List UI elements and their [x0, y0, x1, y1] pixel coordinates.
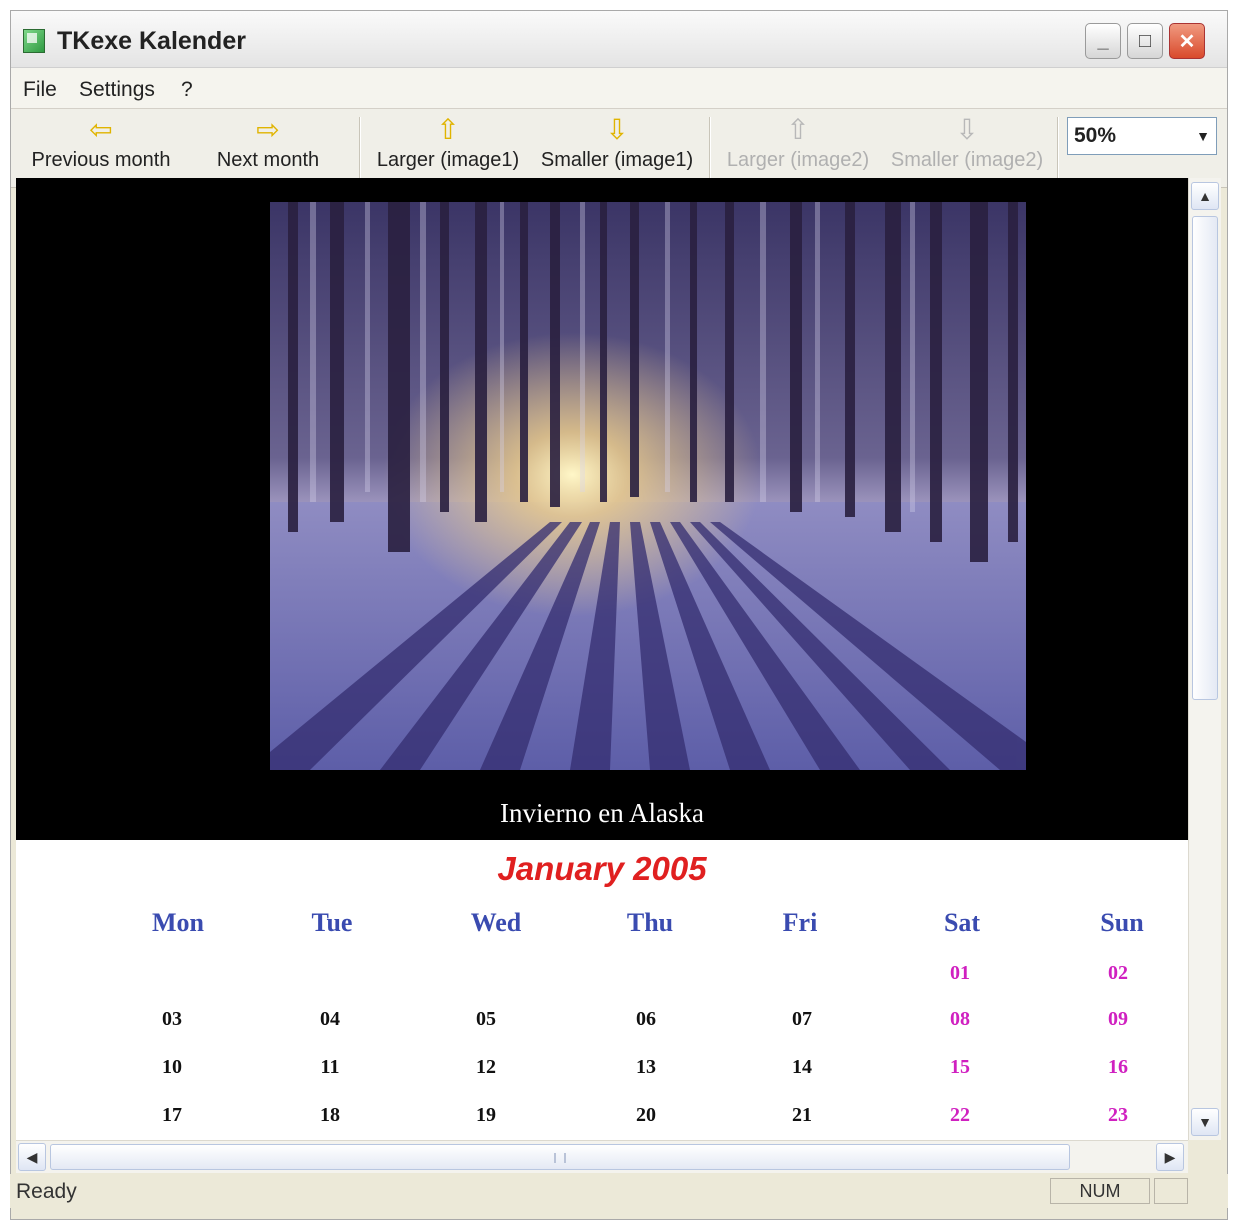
date-cell[interactable]: 13	[586, 1056, 706, 1079]
menu-help[interactable]: ?	[181, 78, 193, 102]
date-cell[interactable]: 22	[900, 1104, 1020, 1127]
date-cell[interactable]: 16	[1058, 1056, 1178, 1079]
scroll-down-button[interactable]: ▼	[1191, 1108, 1219, 1136]
title-bar[interactable]: TKexe Kalender _ □ ✕	[11, 11, 1227, 68]
day-header-mon: Mon	[152, 908, 204, 937]
date-cell[interactable]: 14	[742, 1056, 862, 1079]
arrow-left-icon: ⇦	[89, 114, 113, 145]
close-button[interactable]: ✕	[1169, 23, 1205, 59]
smaller-image2-button[interactable]: ⇩ Smaller (image2)	[887, 115, 1047, 181]
day-header-fri: Fri	[782, 908, 818, 937]
grip-icon	[554, 1153, 566, 1163]
menu-bar: File Settings ?	[11, 68, 1227, 109]
num-lock-indicator: NUM	[1050, 1178, 1150, 1204]
day-header-tue: Tue	[311, 908, 353, 937]
arrow-down-icon: ⇩	[955, 114, 979, 145]
day-header-sat: Sat	[943, 908, 981, 937]
larger-image1-button[interactable]: ⇧ Larger (image1)	[371, 115, 525, 181]
arrow-up-icon: ⇧	[436, 114, 460, 145]
date-cell[interactable]: 11	[270, 1056, 390, 1079]
horizontal-scrollbar[interactable]: ◀ ▶	[16, 1140, 1188, 1173]
date-cell[interactable]: 02	[1058, 962, 1178, 985]
winter-forest-photo	[270, 202, 1026, 770]
date-cell[interactable]: 20	[586, 1104, 706, 1127]
date-cell[interactable]: 04	[270, 1008, 390, 1031]
status-bar: Ready NUM	[10, 1174, 1228, 1208]
zoom-select[interactable]: 50% ▼	[1067, 117, 1217, 155]
arrow-right-icon: ⇨	[256, 114, 280, 145]
smaller-image1-button[interactable]: ⇩ Smaller (image1)	[537, 115, 697, 181]
smaller-image2-label: Smaller (image2)	[890, 149, 1044, 171]
minimize-icon: _	[1097, 29, 1109, 52]
menu-file[interactable]: File	[23, 78, 57, 102]
smaller-image1-label: Smaller (image1)	[540, 149, 694, 171]
date-cell[interactable]: 09	[1058, 1008, 1178, 1031]
maximize-icon: □	[1138, 29, 1152, 52]
day-header-wed: Wed	[470, 908, 522, 937]
arrow-down-icon: ⇩	[605, 114, 629, 145]
larger-image1-label: Larger (image1)	[376, 149, 520, 171]
date-cell[interactable]: 21	[742, 1104, 862, 1127]
calendar-view: Invierno en Alaska January 2005 Mon Tue …	[16, 178, 1188, 1140]
status-panel-empty	[1154, 1178, 1188, 1204]
chevron-right-icon: ▶	[1164, 1148, 1176, 1165]
vertical-scroll-thumb[interactable]	[1192, 216, 1218, 700]
horizontal-scroll-thumb[interactable]	[50, 1144, 1070, 1170]
scroll-left-button[interactable]: ◀	[18, 1143, 46, 1171]
date-cell[interactable]: 06	[586, 1008, 706, 1031]
photo-panel: Invierno en Alaska	[16, 178, 1188, 840]
date-cell[interactable]: 12	[426, 1056, 546, 1079]
previous-month-label: Previous month	[31, 149, 171, 171]
toolbar: ⇦ Previous month ⇨ Next month ⇧ Larger (…	[11, 109, 1227, 188]
chevron-down-icon[interactable]: ▼	[1192, 120, 1214, 152]
next-month-label: Next month	[216, 149, 320, 171]
toolbar-separator	[359, 117, 361, 179]
window-title: TKexe Kalender	[57, 27, 246, 55]
zoom-value: 50%	[1074, 124, 1117, 147]
app-icon	[23, 29, 45, 53]
date-cell[interactable]: 07	[742, 1008, 862, 1031]
status-text: Ready	[16, 1180, 77, 1203]
minimize-button[interactable]: _	[1085, 23, 1121, 59]
toolbar-separator	[1057, 117, 1059, 179]
next-month-button[interactable]: ⇨ Next month	[203, 115, 333, 181]
scroll-up-button[interactable]: ▲	[1191, 182, 1219, 210]
month-title: January 2005	[497, 850, 707, 887]
day-header-sun: Sun	[1100, 908, 1144, 937]
vertical-scrollbar[interactable]: ▲ ▼	[1188, 178, 1221, 1140]
date-cell[interactable]: 23	[1058, 1104, 1178, 1127]
chevron-down-icon: ▼	[1198, 1114, 1212, 1130]
maximize-button[interactable]: □	[1127, 23, 1163, 59]
day-header-thu: Thu	[626, 908, 674, 937]
date-cell[interactable]: 01	[900, 962, 1020, 985]
arrow-up-icon: ⇧	[786, 114, 810, 145]
menu-settings[interactable]: Settings	[79, 78, 155, 102]
date-cell[interactable]: 18	[270, 1104, 390, 1127]
toolbar-separator	[709, 117, 711, 179]
date-cell[interactable]: 19	[426, 1104, 546, 1127]
larger-image2-button[interactable]: ⇧ Larger (image2)	[721, 115, 875, 181]
scroll-right-button[interactable]: ▶	[1156, 1143, 1184, 1171]
date-cell[interactable]: 17	[112, 1104, 232, 1127]
close-icon: ✕	[1178, 30, 1196, 53]
date-cell[interactable]: 08	[900, 1008, 1020, 1031]
date-cell[interactable]: 15	[900, 1056, 1020, 1079]
date-cell[interactable]: 03	[112, 1008, 232, 1031]
date-cell[interactable]: 10	[112, 1056, 232, 1079]
chevron-up-icon: ▲	[1198, 188, 1212, 204]
date-cell[interactable]: 05	[426, 1008, 546, 1031]
larger-image2-label: Larger (image2)	[726, 149, 870, 171]
chevron-left-icon: ◀	[26, 1148, 38, 1165]
previous-month-button[interactable]: ⇦ Previous month	[21, 115, 181, 181]
photo-caption: Invierno en Alaska	[500, 798, 704, 828]
